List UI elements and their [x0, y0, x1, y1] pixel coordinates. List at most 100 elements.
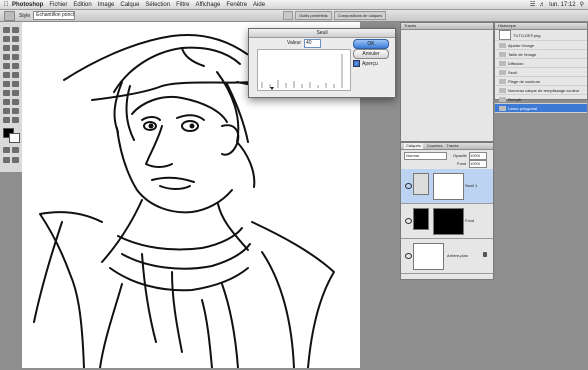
history-step-icon [499, 69, 506, 75]
spotlight-icon[interactable]: ⚲ [580, 1, 584, 8]
standard-mode-icon[interactable] [11, 146, 20, 154]
healing-brush-tool-icon[interactable] [2, 53, 11, 61]
history-snapshot[interactable]: TUTO-DEF.png [495, 30, 587, 41]
menu-fenetre[interactable]: Fenêtre [226, 2, 247, 8]
brush-palette-icon[interactable] [283, 10, 293, 20]
history-item-label: Taille de l'image [508, 51, 537, 57]
clock[interactable]: lun. 17:12 [549, 2, 575, 8]
apple-menu-icon[interactable]:  [0, 1, 12, 8]
history-brush-tool-icon[interactable] [11, 62, 20, 70]
history-step-icon [499, 78, 506, 84]
history-step-icon [499, 87, 506, 93]
zoom-tool-icon[interactable] [11, 116, 20, 124]
menu-image[interactable]: Image [98, 2, 115, 8]
eraser-tool-icon[interactable] [2, 71, 11, 79]
quick-mask-mode-icon[interactable] [2, 146, 11, 154]
history-item-label: Seuil [508, 69, 517, 75]
menu-bar:  Photoshop Fichier Edition Image Calque… [0, 0, 588, 10]
slice-tool-icon[interactable] [11, 44, 20, 52]
history-item-label: Plage de couleurs [508, 78, 541, 84]
tool-presets-tab[interactable]: Outils prédéfinis [295, 10, 332, 20]
fill-label: Fond [457, 161, 467, 166]
history-item[interactable]: Plage de couleurs [495, 77, 587, 86]
full-screen-mode-icon[interactable] [11, 156, 20, 164]
snapshot-name: TUTO-DEF.png [513, 32, 541, 38]
history-item-label: Nouveau calque de remplissage couleur [508, 87, 580, 93]
magic-wand-tool-icon[interactable] [11, 35, 20, 43]
layer-row-seuil[interactable]: Seuil 1 [401, 169, 493, 204]
menu-fichier[interactable]: Fichier [49, 2, 67, 8]
menu-filtre[interactable]: Filtre [176, 2, 189, 8]
move-tool-icon[interactable] [2, 26, 11, 34]
crop-tool-icon[interactable] [2, 44, 11, 52]
tab-couches[interactable]: Couches [427, 143, 443, 149]
options-bar: Style Echantillon ponctuel Outils prédéf… [0, 10, 588, 22]
histogram-graph [261, 54, 343, 90]
layer-comps-tab[interactable]: Compositions de calques [333, 10, 387, 20]
menu-calque[interactable]: Calque [120, 2, 139, 8]
path-selection-tool-icon[interactable] [2, 89, 11, 97]
history-item-label: Lasso polygonal [508, 105, 537, 111]
threshold-value-input[interactable]: 40 [304, 39, 321, 48]
paths-tab[interactable]: Tracés [401, 23, 493, 30]
history-item[interactable]: Ajuster l'image [495, 41, 587, 50]
screen-mode-icon[interactable] [2, 156, 11, 164]
volume-icon[interactable]: ♬ [539, 2, 545, 8]
sample-size-select[interactable]: Echantillon ponctuel [33, 11, 76, 20]
clone-stamp-tool-icon[interactable] [2, 62, 11, 70]
menu-aide[interactable]: Aide [253, 2, 265, 8]
layer-mask-thumbnail [433, 173, 464, 200]
history-item-label: Remplir [508, 96, 522, 102]
menu-affichage[interactable]: Affichage [195, 2, 220, 8]
visibility-eye-icon[interactable] [405, 253, 412, 259]
marquee-tool-icon[interactable] [11, 26, 20, 34]
layer-row-fond[interactable]: Fond [401, 204, 493, 239]
history-step-icon [499, 105, 506, 111]
wifi-icon[interactable]: ☱ [530, 1, 535, 8]
snapshot-thumbnail [499, 30, 511, 40]
eyedropper-tool-preset-icon[interactable] [4, 10, 15, 21]
paths-panel: Tracés [400, 22, 494, 142]
threshold-histogram[interactable] [257, 49, 351, 91]
tab-calques[interactable]: Calques [404, 143, 423, 149]
menu-selection[interactable]: Sélection [145, 2, 170, 8]
type-tool-icon[interactable] [11, 89, 20, 97]
opacity-input[interactable]: 100% [469, 152, 487, 160]
eyedropper-tool-icon[interactable] [11, 107, 20, 115]
history-item-selected[interactable]: Lasso polygonal [495, 104, 587, 113]
lasso-tool-icon[interactable] [2, 35, 11, 43]
adjustment-layer-icon [413, 173, 429, 195]
history-step-icon [499, 60, 506, 66]
pen-tool-icon[interactable] [2, 98, 11, 106]
brush-tool-icon[interactable] [11, 53, 20, 61]
layer-row-arriere-plan[interactable]: Arrière-plan [401, 239, 493, 274]
palette-column: Historique TUTO-DEF.png Ajuster l'image … [362, 22, 588, 368]
blend-mode-select[interactable]: Normal [404, 152, 447, 160]
history-item[interactable]: Taille de l'image [495, 50, 587, 59]
history-item-label: Diffusion [508, 60, 524, 66]
history-item[interactable]: Seuil [495, 68, 587, 77]
tab-traces[interactable]: Tracés [446, 143, 458, 149]
blur-tool-icon[interactable] [2, 80, 11, 88]
history-item[interactable]: Nouveau calque de remplissage couleur [495, 86, 587, 95]
history-item[interactable]: Remplir [495, 95, 587, 104]
history-step-icon [499, 51, 506, 57]
gradient-tool-icon[interactable] [11, 71, 20, 79]
background-color-swatch[interactable] [9, 133, 20, 143]
preview-checkbox[interactable]: ✓ [353, 60, 360, 67]
menu-edition[interactable]: Edition [73, 2, 91, 8]
menu-app-photoshop[interactable]: Photoshop [12, 2, 43, 8]
notes-tool-icon[interactable] [2, 107, 11, 115]
history-step-icon [499, 96, 506, 102]
history-tab[interactable]: Historique [495, 23, 587, 30]
visibility-eye-icon[interactable] [405, 218, 412, 224]
hand-tool-icon[interactable] [2, 116, 11, 124]
visibility-eye-icon[interactable] [405, 183, 412, 189]
dodge-tool-icon[interactable] [11, 80, 20, 88]
history-item[interactable]: Diffusion [495, 59, 587, 68]
fill-input[interactable]: 100% [469, 160, 487, 168]
layer-name: Seuil 1 [465, 183, 478, 188]
style-label: Style [19, 12, 31, 19]
history-step-icon [499, 42, 506, 48]
shape-tool-icon[interactable] [11, 98, 20, 106]
